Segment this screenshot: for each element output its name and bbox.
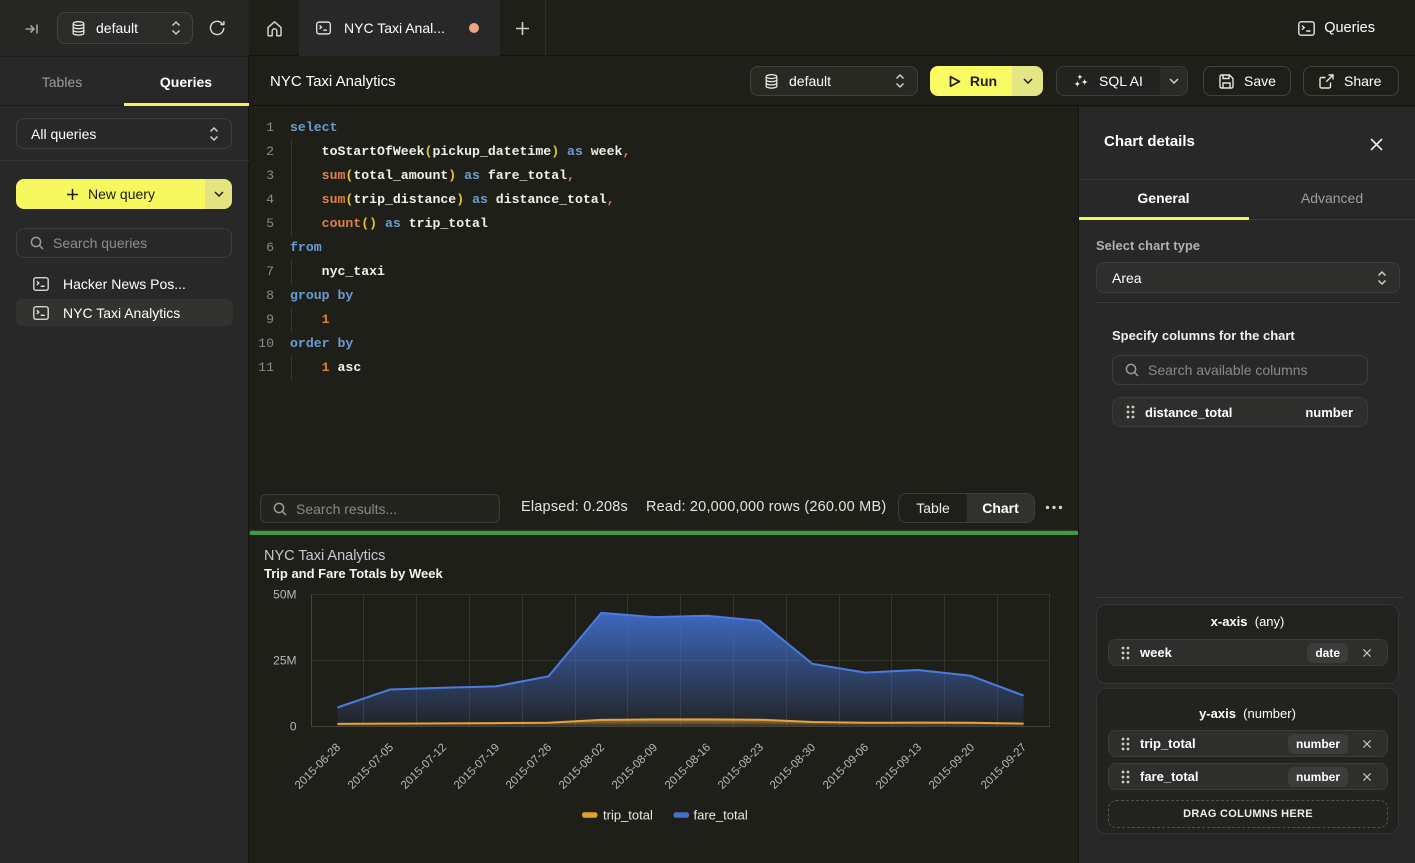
svg-text:2015-06-28: 2015-06-28 [293,742,343,792]
svg-text:Trip and Fare Totals by Week: Trip and Fare Totals by Week [264,566,443,581]
svg-text:2015-07-19: 2015-07-19 [452,742,502,792]
svg-text:2015-08-16: 2015-08-16 [663,742,713,792]
svg-text:2015-09-20: 2015-09-20 [927,742,977,792]
svg-text:50M: 50M [273,588,296,602]
svg-text:2015-07-26: 2015-07-26 [504,742,554,792]
svg-text:2015-07-05: 2015-07-05 [346,742,396,792]
svg-text:NYC Taxi Analytics: NYC Taxi Analytics [264,548,385,564]
svg-text:trip_total: trip_total [603,808,653,823]
svg-text:2015-08-09: 2015-08-09 [610,742,660,792]
svg-text:2015-08-23: 2015-08-23 [716,742,766,792]
svg-text:2015-08-30: 2015-08-30 [768,742,818,792]
svg-text:2015-08-02: 2015-08-02 [557,742,607,792]
svg-text:fare_total: fare_total [694,808,748,823]
svg-text:2015-09-27: 2015-09-27 [979,742,1029,792]
svg-text:2015-09-13: 2015-09-13 [874,742,924,792]
svg-text:2015-09-06: 2015-09-06 [821,742,871,792]
svg-text:25M: 25M [273,654,296,668]
svg-text:0: 0 [290,720,297,734]
svg-text:2015-07-12: 2015-07-12 [399,742,449,792]
